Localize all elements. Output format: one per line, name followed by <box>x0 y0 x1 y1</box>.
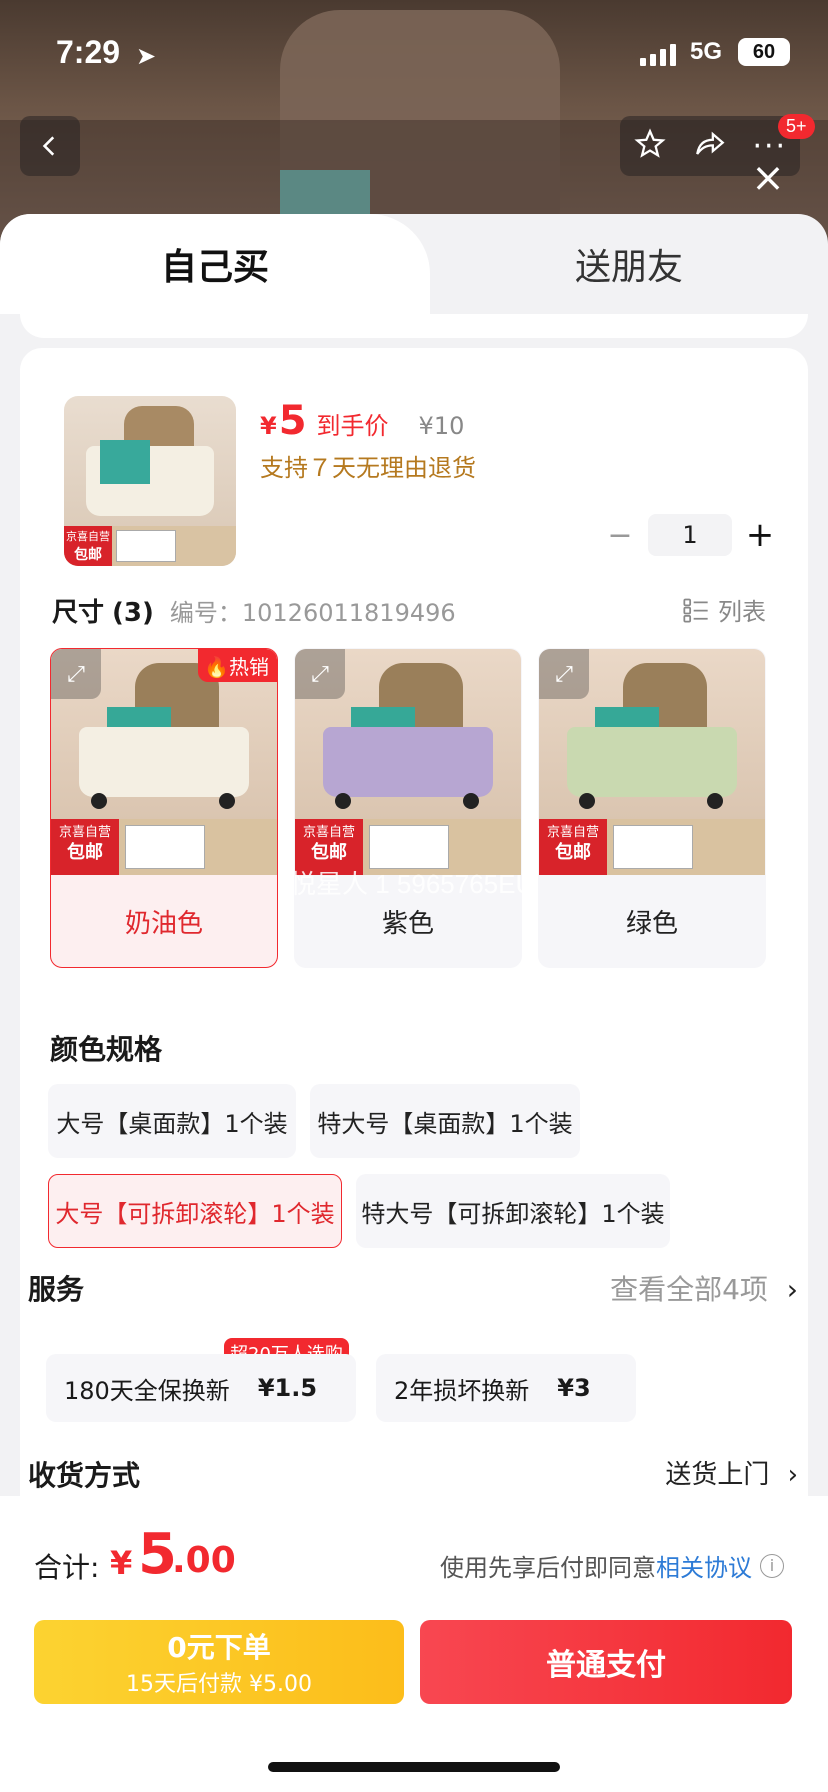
share-icon[interactable] <box>693 127 727 165</box>
size-count: (3) <box>112 598 154 628</box>
hot-sale-badge: 🔥热销 <box>198 649 277 682</box>
spec-option[interactable]: 特大号【可拆卸滚轮】1个装 <box>356 1174 670 1248</box>
quantity-value[interactable]: 1 <box>648 514 732 556</box>
list-label: 列表 <box>718 598 766 626</box>
variant-cream[interactable]: 🔥热销 ⤢ 京喜自营 包邮 奶油色 <box>50 648 278 968</box>
purchase-tabs: 送朋友 自己买 <box>0 214 828 334</box>
watermark-text: 悦星人 1 5965765EU <box>290 869 535 899</box>
battery-icon: 60 <box>738 38 790 66</box>
expand-icon[interactable]: ⤢ <box>51 649 101 699</box>
chevron-right-icon: › <box>787 1460 798 1490</box>
status-bar: 7:29 ➤ 5G 60 <box>0 30 828 78</box>
agreement-link[interactable]: 相关协议 <box>656 1548 752 1583</box>
signal-icon <box>640 42 676 66</box>
service-option[interactable]: 180天全保换新 ¥1.5 <box>46 1354 356 1422</box>
expand-icon[interactable]: ⤢ <box>539 649 589 699</box>
shipping-method[interactable]: 送货上门 › <box>665 1454 798 1491</box>
bnpl-order-button[interactable]: 0元下单 15天后付款 ¥5.00 <box>34 1620 404 1704</box>
price-row: ¥ 5 到手价 ¥10 <box>260 398 464 444</box>
return-policy: 支持７天无理由退货 <box>260 454 476 482</box>
size-header: 尺寸 (3) 编号：10126011819496 <box>52 592 456 629</box>
variant-image: ⤢ 京喜自营 包邮 <box>51 649 277 875</box>
spec-option-selected[interactable]: 大号【可拆卸滚轮】1个装 <box>48 1174 342 1248</box>
price-value: 5 <box>278 398 307 444</box>
original-price: ¥10 <box>418 412 465 440</box>
variant-image: ⤢ 京喜自营 包邮 <box>539 649 765 875</box>
product-code: 编号：10126011819496 <box>169 599 456 627</box>
quantity-stepper: − 1 + <box>600 514 780 556</box>
expand-icon[interactable]: ⤢ <box>295 649 345 699</box>
home-indicator <box>268 1762 560 1772</box>
size-variants: 🔥热销 ⤢ 京喜自营 包邮 奶油色 ⤢ 京喜自营 包邮 紫色 ⤢ 京喜自营 包邮… <box>50 648 790 968</box>
info-icon[interactable]: i <box>760 1553 784 1578</box>
variant-image: ⤢ 京喜自营 包邮 <box>295 649 521 875</box>
location-arrow-icon: ➤ <box>136 42 157 70</box>
total-symbol: ¥ <box>110 1544 133 1582</box>
variant-label: 奶油色 <box>124 908 203 939</box>
service-option[interactable]: 2年损坏换新 ¥3 <box>376 1354 636 1422</box>
chevron-left-icon <box>42 136 55 156</box>
checkout-bar: 合计: ¥ 5 .00 使用先享后付即同意 相关协议 i 0元下单 15天后付款… <box>0 1496 828 1792</box>
color-spec-title: 颜色规格 <box>50 1033 163 1066</box>
shipping-title: 收货方式 <box>28 1459 141 1492</box>
decrease-button[interactable]: − <box>600 518 640 553</box>
network-type: 5G <box>690 38 723 65</box>
tab-gift[interactable]: 送朋友 <box>430 214 828 314</box>
total-label: 合计: <box>34 1551 100 1584</box>
variant-label: 绿色 <box>625 908 678 939</box>
chevron-right-icon: › <box>786 1273 798 1306</box>
options-card: 京喜自营 包邮 ¥ 5 到手价 ¥10 支持７天无理由退货 − 1 + 尺寸 (3… <box>20 348 808 1648</box>
status-time: 7:29 <box>56 34 121 70</box>
back-button[interactable] <box>20 116 80 176</box>
increase-button[interactable]: + <box>740 515 780 555</box>
variant-purple[interactable]: ⤢ 京喜自营 包邮 紫色 <box>294 648 522 968</box>
total-decimal: .00 <box>172 1540 236 1581</box>
service-title: 服务 <box>28 1273 85 1306</box>
price-label: 到手价 <box>316 412 389 440</box>
spec-option[interactable]: 大号【桌面款】1个装 <box>48 1084 296 1158</box>
variant-green[interactable]: ⤢ 京喜自营 包邮 绿色 <box>538 648 766 968</box>
list-icon <box>683 598 708 623</box>
size-title: 尺寸 <box>52 598 105 628</box>
self-operated-tag: 京喜自营 包邮 <box>64 526 112 566</box>
service-view-all[interactable]: 查看全部4项 › <box>610 1268 798 1308</box>
notification-badge: 5+ <box>778 114 815 139</box>
spec-option[interactable]: 特大号【桌面款】1个装 <box>310 1084 580 1158</box>
list-view-toggle[interactable]: 列表 <box>682 592 766 627</box>
agreement-note: 使用先享后付即同意 相关协议 i <box>440 1548 784 1583</box>
price-symbol: ¥ <box>260 412 277 440</box>
normal-pay-button[interactable]: 普通支付 <box>420 1620 792 1704</box>
star-icon[interactable] <box>633 127 667 165</box>
close-icon[interactable]: × <box>750 158 786 198</box>
product-thumbnail[interactable]: 京喜自营 包邮 <box>64 396 236 566</box>
